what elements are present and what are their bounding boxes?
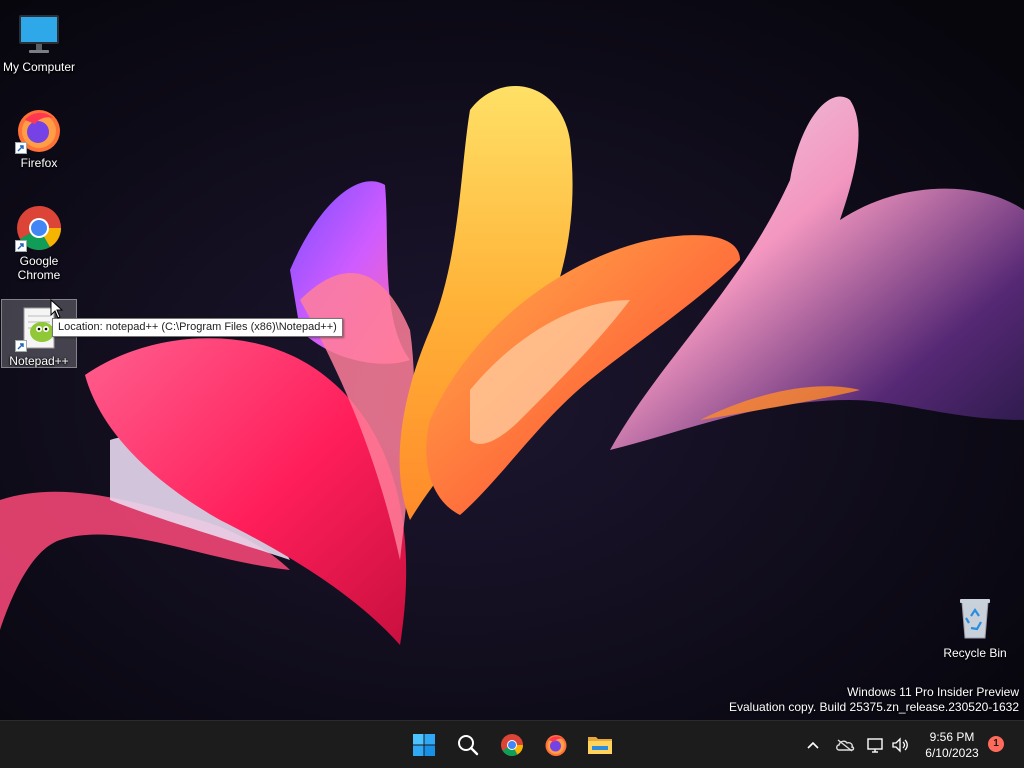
wallpaper — [0, 0, 1024, 720]
tooltip: Location: notepad++ (C:\Program Files (x… — [52, 318, 343, 337]
taskbar-file-explorer-button[interactable] — [582, 727, 618, 763]
clock-time: 9:56 PM — [929, 730, 975, 744]
taskbar: 9:56 PM 6/10/2023 1 — [0, 720, 1024, 768]
desktop-icon-label: My Computer — [2, 60, 76, 74]
desktop-icon-firefox[interactable]: Firefox — [1, 102, 77, 170]
activation-watermark: Windows 11 Pro Insider Preview Evaluatio… — [729, 685, 1019, 715]
volume-tray-button[interactable] — [890, 735, 910, 755]
onedrive-tray-button[interactable] — [835, 735, 855, 755]
chrome-icon — [501, 734, 523, 756]
start-button[interactable] — [406, 727, 442, 763]
folder-icon — [588, 737, 612, 754]
desktop-icon-label: Google Chrome — [17, 254, 61, 282]
desktop-icon-recycle-bin[interactable]: Recycle Bin — [937, 594, 1013, 660]
monitor-icon — [15, 10, 63, 58]
network-tray-button[interactable] — [866, 735, 886, 755]
taskbar-clock[interactable]: 9:56 PM 6/10/2023 — [914, 729, 990, 761]
desktop-icon-label: Notepad++ — [9, 354, 69, 368]
shortcut-arrow-icon — [15, 142, 27, 154]
clock-date: 6/10/2023 — [925, 746, 979, 760]
taskbar-firefox-button[interactable] — [538, 727, 574, 763]
desktop-icon-google-chrome[interactable]: Google Chrome — [1, 200, 77, 282]
show-hidden-icons-button[interactable] — [803, 735, 823, 755]
windows-start-icon — [413, 734, 435, 756]
chrome-icon — [15, 204, 63, 252]
network-icon — [867, 738, 883, 753]
shortcut-arrow-icon — [15, 340, 27, 352]
desktop-icon-label: Recycle Bin — [943, 646, 1007, 660]
notification-badge[interactable]: 1 — [988, 736, 1004, 752]
desktop-icon-label: Firefox — [20, 156, 58, 170]
volume-icon — [892, 737, 908, 753]
mouse-cursor-icon — [50, 299, 64, 319]
watermark-build: Evaluation copy. Build 25375.zn_release.… — [729, 700, 1019, 714]
desktop[interactable]: My Computer Firefox Google Chrome Notepa… — [0, 0, 1024, 720]
shortcut-arrow-icon — [15, 240, 27, 252]
firefox-icon — [15, 106, 63, 154]
taskbar-chrome-button[interactable] — [494, 727, 530, 763]
watermark-edition: Windows 11 Pro Insider Preview — [847, 685, 1019, 699]
chevron-up-icon — [807, 741, 819, 749]
recycle-bin-icon — [951, 594, 999, 642]
search-icon — [458, 735, 479, 756]
search-button[interactable] — [450, 727, 486, 763]
onedrive-icon — [836, 739, 855, 752]
firefox-icon — [545, 735, 567, 756]
desktop-icon-my-computer[interactable]: My Computer — [1, 6, 77, 74]
